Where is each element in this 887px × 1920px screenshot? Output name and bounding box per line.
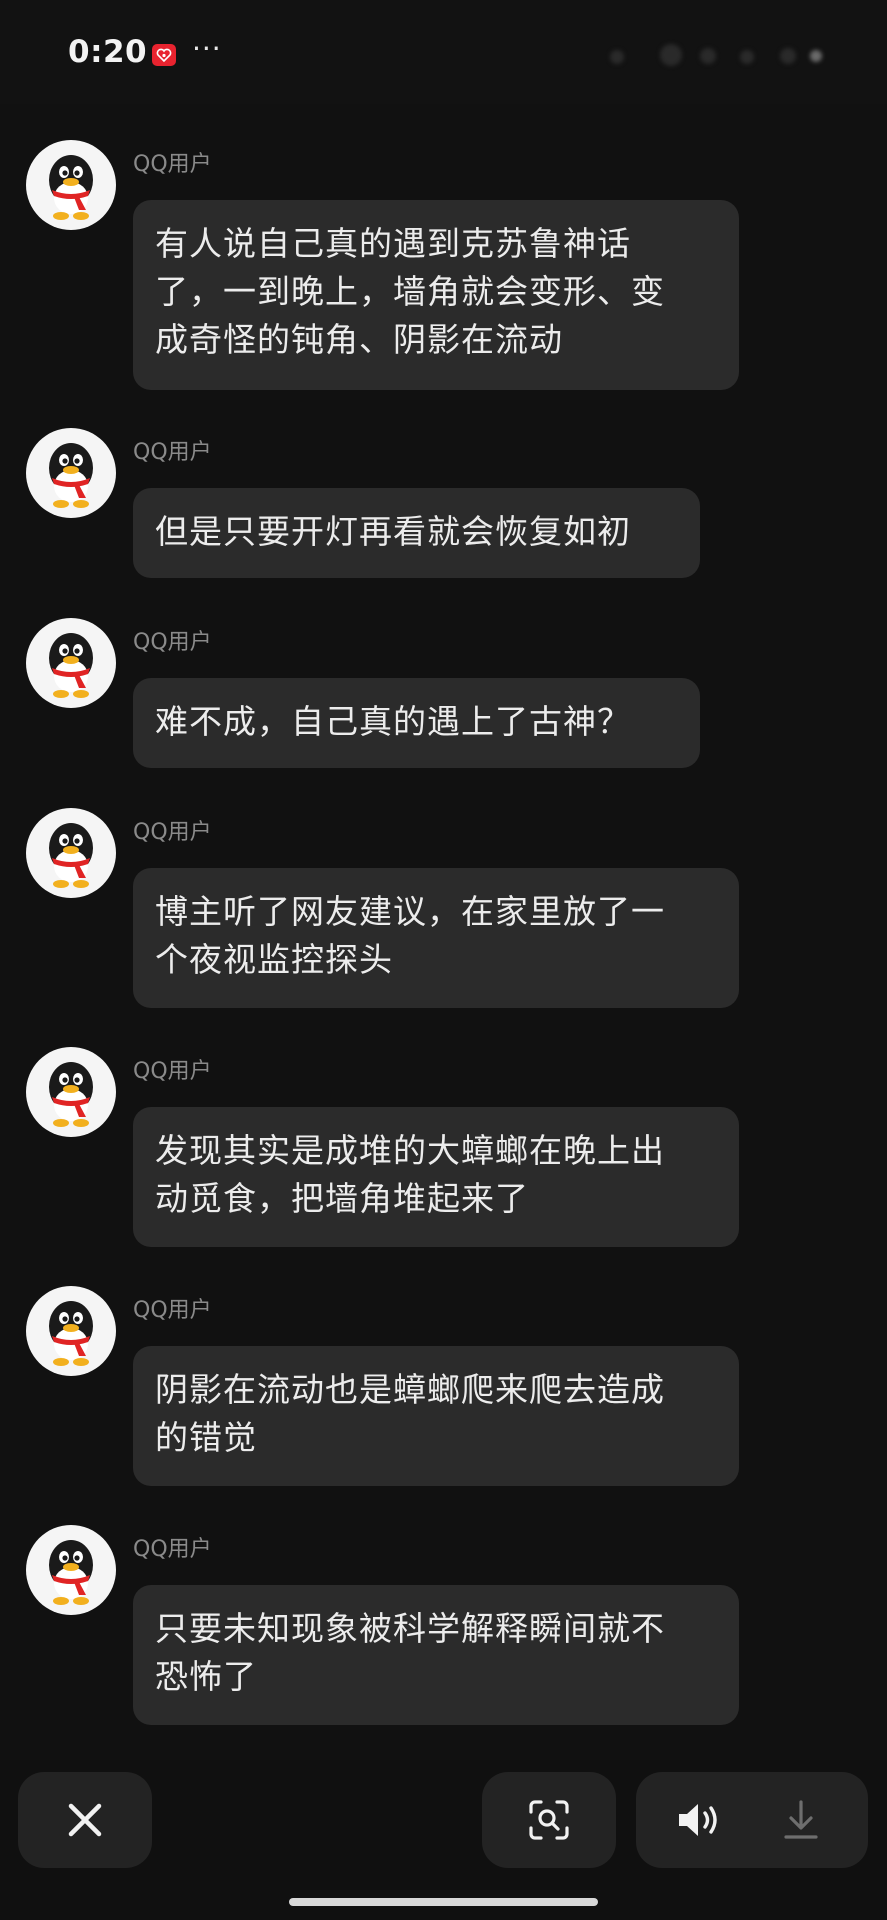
sender-name: QQ用户 bbox=[133, 1059, 212, 1084]
sender-name: QQ用户 bbox=[133, 820, 212, 845]
message-text: 阴影在流动也是蟑螂爬来爬去造成 的错觉 bbox=[155, 1370, 665, 1457]
sender-name: QQ用户 bbox=[133, 1298, 212, 1323]
message-bubble[interactable]: 难不成，自己真的遇上了古神？ bbox=[133, 678, 700, 768]
message-text: 难不成，自己真的遇上了古神？ bbox=[155, 702, 631, 741]
message-bubble[interactable]: 博主听了网友建议，在家里放了一 个夜视监控探头 bbox=[133, 868, 739, 1008]
download-icon[interactable] bbox=[782, 1799, 820, 1841]
sender-name: QQ用户 bbox=[133, 440, 212, 465]
message-bubble[interactable]: 发现其实是成堆的大蟑螂在晚上出 动觅食，把墙角堆起来了 bbox=[133, 1107, 739, 1247]
red-heart-app-icon bbox=[152, 44, 176, 66]
close-icon bbox=[68, 1803, 102, 1837]
sender-name: QQ用户 bbox=[133, 630, 212, 655]
status-icons-blurred bbox=[600, 44, 828, 68]
penguin-avatar-icon[interactable] bbox=[26, 1286, 116, 1376]
speaker-icon[interactable] bbox=[676, 1800, 722, 1840]
message-text: 发现其实是成堆的大蟑螂在晚上出 动觅食，把墙角堆起来了 bbox=[155, 1131, 665, 1218]
penguin-avatar-icon[interactable] bbox=[26, 1525, 116, 1615]
media-controls bbox=[636, 1772, 868, 1868]
image-search-icon bbox=[529, 1800, 569, 1840]
message-text: 博主听了网友建议，在家里放了一 个夜视监控探头 bbox=[155, 892, 665, 979]
message-text: 但是只要开灯再看就会恢复如初 bbox=[155, 512, 631, 551]
message-bubble[interactable]: 但是只要开灯再看就会恢复如初 bbox=[133, 488, 700, 578]
message-text: 只要未知现象被科学解释瞬间就不 恐怖了 bbox=[155, 1609, 665, 1696]
penguin-avatar-icon[interactable] bbox=[26, 1047, 116, 1137]
image-search-button[interactable] bbox=[482, 1772, 616, 1868]
penguin-avatar-icon[interactable] bbox=[26, 428, 116, 518]
penguin-avatar-icon[interactable] bbox=[26, 140, 116, 230]
message-text: 有人说自己真的遇到克苏鲁神话 了，一到晚上，墙角就会变形、变 成奇怪的钝角、阴影… bbox=[155, 224, 665, 359]
more-indicator: ··· bbox=[192, 32, 222, 65]
status-time: 0:20 bbox=[68, 34, 148, 70]
sender-name: QQ用户 bbox=[133, 1537, 212, 1562]
chat-screen: 0:20 ··· QQ用户 有人说自己真的遇到克苏鲁神话 了，一到晚上，墙角就会… bbox=[0, 0, 887, 1920]
message-bubble[interactable]: 只要未知现象被科学解释瞬间就不 恐怖了 bbox=[133, 1585, 739, 1725]
sender-name: QQ用户 bbox=[133, 152, 212, 177]
close-button[interactable] bbox=[18, 1772, 152, 1868]
message-bubble[interactable]: 阴影在流动也是蟑螂爬来爬去造成 的错觉 bbox=[133, 1346, 739, 1486]
penguin-avatar-icon[interactable] bbox=[26, 808, 116, 898]
penguin-avatar-icon[interactable] bbox=[26, 618, 116, 708]
message-bubble[interactable]: 有人说自己真的遇到克苏鲁神话 了，一到晚上，墙角就会变形、变 成奇怪的钝角、阴影… bbox=[133, 200, 739, 390]
status-bar: 0:20 ··· bbox=[0, 0, 887, 104]
home-indicator[interactable] bbox=[289, 1898, 598, 1906]
bottom-toolbar bbox=[0, 1760, 887, 1920]
